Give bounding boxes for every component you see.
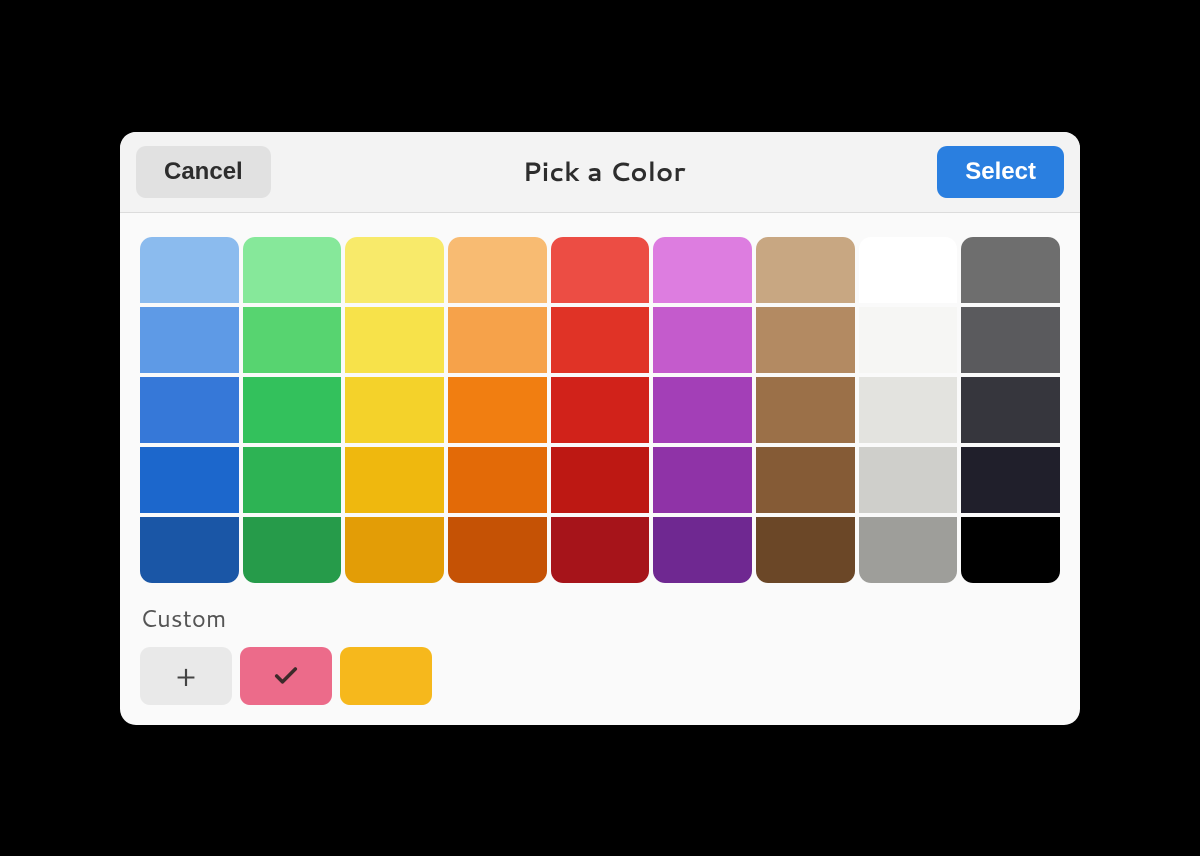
dialog-header: Cancel Pick a Color Select [120, 132, 1080, 213]
custom-color-swatch[interactable] [240, 647, 332, 705]
color-swatch[interactable] [756, 447, 855, 513]
color-swatch[interactable] [961, 237, 1060, 303]
color-swatch[interactable] [345, 307, 444, 373]
color-swatch[interactable] [756, 377, 855, 443]
color-swatch[interactable] [551, 517, 650, 583]
color-swatch[interactable] [859, 237, 958, 303]
color-swatch[interactable] [961, 447, 1060, 513]
plus-icon: + [176, 661, 197, 691]
cancel-button[interactable]: Cancel [136, 146, 271, 198]
color-swatch[interactable] [243, 307, 342, 373]
color-swatch[interactable] [756, 307, 855, 373]
dialog-body: Custom + [120, 213, 1080, 725]
color-swatch[interactable] [859, 307, 958, 373]
color-swatch[interactable] [140, 517, 239, 583]
add-custom-color-button[interactable]: + [140, 647, 232, 705]
color-swatch[interactable] [345, 377, 444, 443]
custom-color-swatch[interactable] [340, 647, 432, 705]
color-swatch[interactable] [653, 237, 752, 303]
color-swatch[interactable] [859, 447, 958, 513]
color-swatch[interactable] [345, 447, 444, 513]
custom-section-label: Custom [140, 601, 1060, 635]
color-swatch[interactable] [551, 237, 650, 303]
color-swatch[interactable] [448, 447, 547, 513]
color-swatch[interactable] [448, 517, 547, 583]
color-swatch[interactable] [140, 307, 239, 373]
color-swatch[interactable] [551, 377, 650, 443]
color-swatch[interactable] [140, 237, 239, 303]
color-swatch[interactable] [859, 377, 958, 443]
color-swatch[interactable] [243, 237, 342, 303]
color-swatch[interactable] [756, 517, 855, 583]
color-swatch[interactable] [653, 307, 752, 373]
color-swatch[interactable] [243, 377, 342, 443]
color-swatch[interactable] [345, 237, 444, 303]
color-swatch[interactable] [756, 237, 855, 303]
dialog-title: Pick a Color [271, 154, 938, 190]
select-button[interactable]: Select [937, 146, 1064, 198]
color-swatch[interactable] [140, 377, 239, 443]
color-swatch[interactable] [551, 307, 650, 373]
color-swatch[interactable] [961, 377, 1060, 443]
color-swatch[interactable] [448, 377, 547, 443]
color-swatch[interactable] [961, 307, 1060, 373]
color-swatch[interactable] [448, 237, 547, 303]
color-swatch[interactable] [653, 377, 752, 443]
color-swatch[interactable] [653, 517, 752, 583]
color-swatch[interactable] [140, 447, 239, 513]
color-swatch[interactable] [653, 447, 752, 513]
custom-color-row: + [140, 647, 1060, 705]
color-swatch[interactable] [448, 307, 547, 373]
color-swatch[interactable] [345, 517, 444, 583]
check-icon [272, 662, 300, 690]
color-swatch[interactable] [551, 447, 650, 513]
color-palette [140, 237, 1060, 583]
color-swatch[interactable] [961, 517, 1060, 583]
color-picker-dialog: Cancel Pick a Color Select Custom + [120, 132, 1080, 725]
color-swatch[interactable] [243, 517, 342, 583]
color-swatch[interactable] [859, 517, 958, 583]
color-swatch[interactable] [243, 447, 342, 513]
